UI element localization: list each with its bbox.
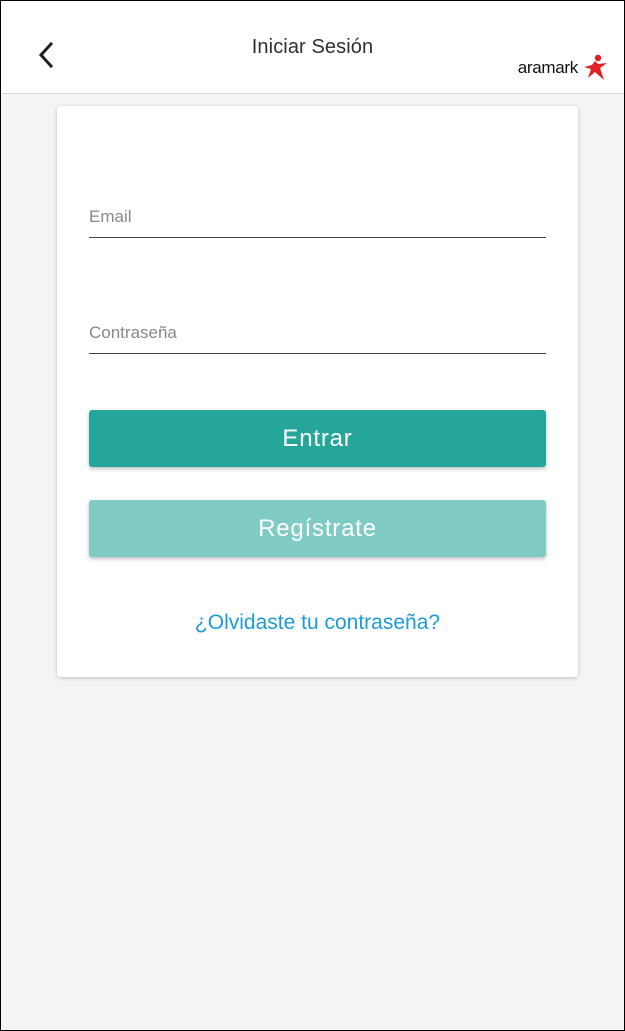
- email-input[interactable]: [89, 207, 546, 227]
- brand-logo-text: aramark: [517, 58, 579, 77]
- app-header: Iniciar Sesión aramark: [1, 1, 624, 94]
- login-screen: Iniciar Sesión aramark Entrar Regístrate…: [0, 0, 625, 1031]
- login-card: Entrar Regístrate ¿Olvidaste tu contrase…: [57, 106, 578, 677]
- aramark-star-icon: [584, 54, 607, 80]
- forgot-password-link[interactable]: ¿Olvidaste tu contraseña?: [57, 611, 578, 635]
- brand-logo: aramark: [518, 53, 610, 83]
- email-field[interactable]: [89, 189, 546, 238]
- login-button[interactable]: Entrar: [89, 410, 546, 467]
- password-field[interactable]: [89, 305, 546, 354]
- password-input[interactable]: [89, 323, 546, 343]
- register-button[interactable]: Regístrate: [89, 500, 546, 557]
